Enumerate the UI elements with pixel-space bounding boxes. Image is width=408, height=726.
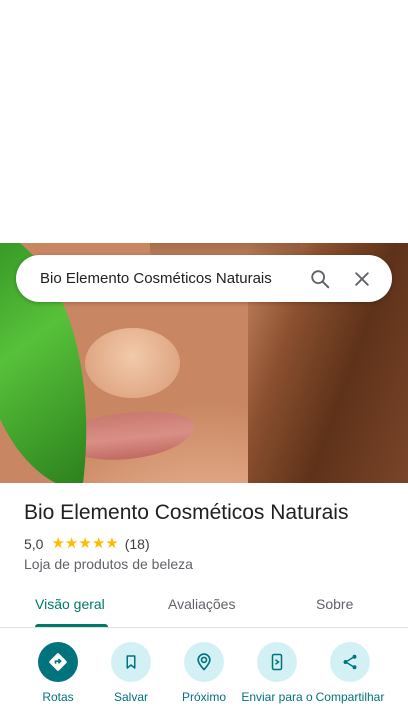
search-icon[interactable] <box>302 261 338 297</box>
tab-overview[interactable]: Visão geral <box>35 596 105 612</box>
share-icon <box>330 642 370 682</box>
star-icon: ★ <box>105 535 119 552</box>
search-input[interactable]: Bio Elemento Cosméticos Naturais <box>40 270 296 287</box>
bookmark-icon <box>111 642 151 682</box>
star-icon: ★ <box>78 535 92 552</box>
action-bar: Rotas Salvar Próximo Enviar para o Compa <box>0 642 408 726</box>
tab-bar: Visão geral Avaliações Sobre <box>0 588 408 628</box>
tab-about[interactable]: Sobre <box>316 596 353 612</box>
send-to-phone-label: Enviar para o <box>241 690 313 704</box>
nose-shape <box>85 328 180 398</box>
place-page: Bio Elemento Cosméticos Naturais Bio Ele… <box>0 0 408 726</box>
tab-reviews[interactable]: Avaliações <box>168 596 235 612</box>
directions-label: Rotas <box>42 690 74 704</box>
rating-stars: ★ ★ ★ ★ ★ <box>51 535 119 552</box>
rating-row[interactable]: 5,0 ★ ★ ★ ★ ★ (18) <box>24 536 150 552</box>
place-title: Bio Elemento Cosméticos Naturais <box>24 501 349 524</box>
share-button[interactable]: Compartilhar <box>314 642 386 704</box>
directions-icon <box>38 642 78 682</box>
star-icon: ★ <box>51 535 65 552</box>
save-label: Salvar <box>113 690 148 704</box>
send-to-phone-button[interactable]: Enviar para o <box>241 642 313 704</box>
place-category: Loja de produtos de beleza <box>24 556 193 572</box>
close-icon[interactable] <box>344 261 380 297</box>
review-count[interactable]: (18) <box>125 536 150 552</box>
nearby-label: Próximo <box>181 690 226 704</box>
nearby-icon <box>184 642 224 682</box>
nearby-button[interactable]: Próximo <box>168 642 240 704</box>
directions-button[interactable]: Rotas <box>22 642 94 704</box>
rating-value: 5,0 <box>24 536 44 552</box>
send-to-phone-icon <box>257 642 297 682</box>
star-icon: ★ <box>91 535 106 552</box>
search-bar[interactable]: Bio Elemento Cosméticos Naturais <box>16 255 392 302</box>
share-label: Compartilhar <box>315 690 385 704</box>
star-icon: ★ <box>64 535 79 552</box>
save-button[interactable]: Salvar <box>95 642 167 704</box>
active-tab-indicator <box>35 624 108 627</box>
